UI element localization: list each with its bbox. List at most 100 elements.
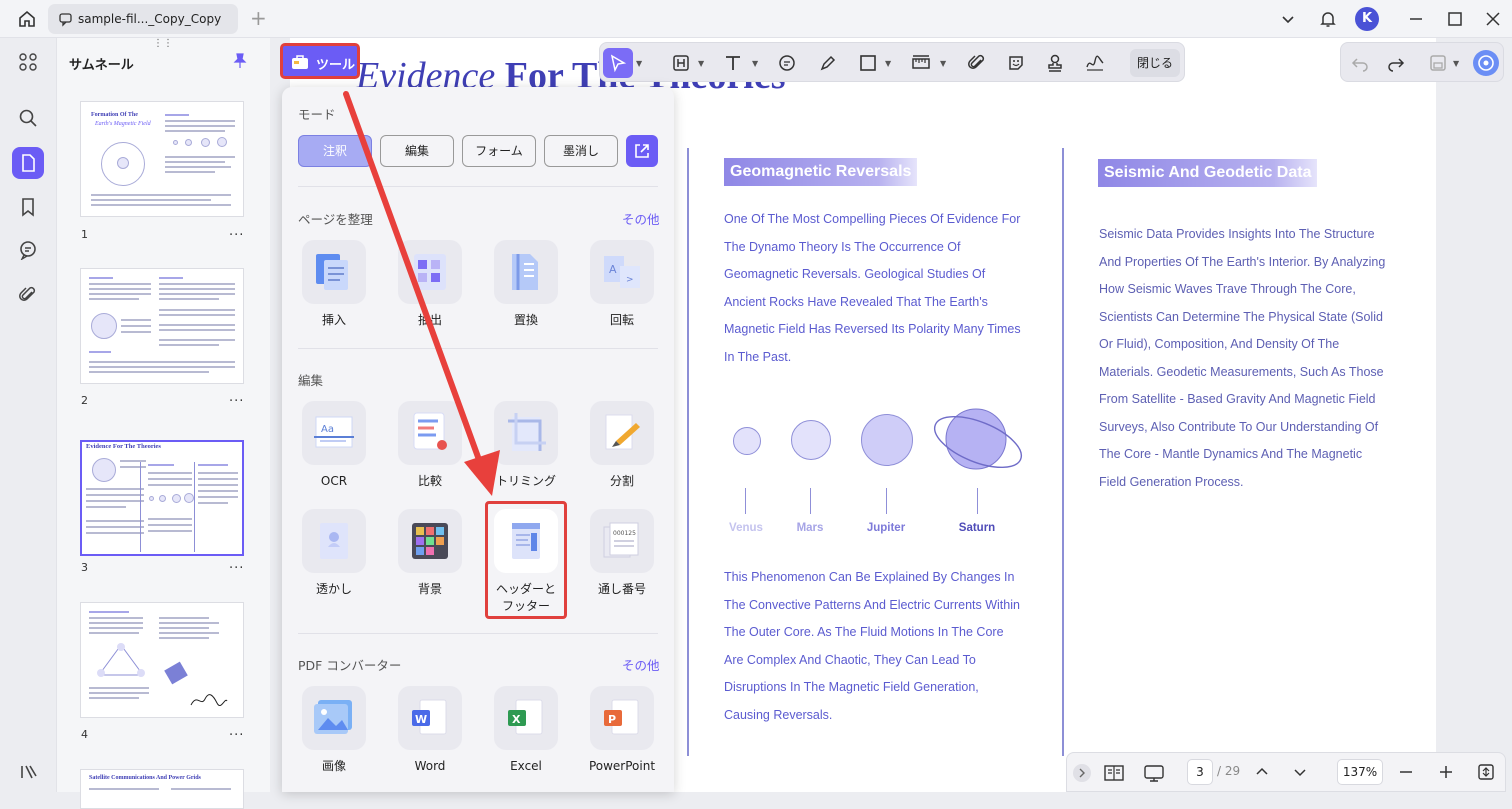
comment-doc-icon: [58, 11, 74, 27]
organize-more-link[interactable]: その他: [622, 209, 660, 228]
chevron-down-icon[interactable]: ▼: [752, 59, 758, 68]
shape-tool-icon[interactable]: [855, 50, 881, 76]
tools-button[interactable]: ツール: [280, 43, 360, 79]
watermark-icon[interactable]: [302, 509, 366, 573]
measure-tool-icon[interactable]: [908, 50, 934, 76]
save-icon[interactable]: [1425, 50, 1451, 76]
chevron-down-icon[interactable]: ▼: [940, 59, 946, 68]
compare-label: 比較: [417, 474, 442, 488]
current-page-input[interactable]: 3: [1187, 759, 1213, 785]
extract-page-icon[interactable]: [398, 240, 462, 304]
redo-icon[interactable]: [1383, 50, 1409, 76]
chevron-down-icon[interactable]: ▼: [885, 59, 891, 68]
chevron-down-icon[interactable]: [1277, 8, 1299, 30]
thumb-page-number: 1: [81, 228, 88, 241]
converter-more-link[interactable]: その他: [622, 655, 660, 674]
image-convert-icon[interactable]: [302, 686, 366, 750]
chevron-down-icon[interactable]: ▼: [1453, 59, 1459, 68]
next-page-icon[interactable]: [1291, 763, 1309, 781]
page-thumbnail-2[interactable]: [80, 268, 244, 384]
insert-page-icon[interactable]: [302, 240, 366, 304]
title-bar: sample-fil..._Copy_Copy + K: [0, 0, 1512, 38]
rotate-label: 回転: [609, 313, 634, 327]
page-thumbnail-3[interactable]: Evidence For The Theories: [80, 440, 244, 556]
bookmark-icon[interactable]: [12, 191, 44, 223]
signature-tool-icon[interactable]: [1082, 50, 1108, 76]
zoom-in-icon[interactable]: [1437, 763, 1455, 781]
ocr-icon[interactable]: Aa: [302, 401, 366, 465]
bates-number-icon[interactable]: 000125: [590, 509, 654, 573]
rotate-page-icon[interactable]: A >: [590, 240, 654, 304]
sticker-tool-icon[interactable]: [1003, 50, 1029, 76]
presentation-icon[interactable]: [1143, 763, 1165, 783]
collapse-icon[interactable]: [1073, 764, 1091, 782]
planet-tick: [886, 488, 887, 514]
page-thumbnail-4[interactable]: [80, 602, 244, 718]
crop-icon[interactable]: [494, 401, 558, 465]
mode-annotate-button[interactable]: 注釈: [298, 135, 372, 167]
page-thumbnail-1[interactable]: Formation Of The Earth's Magnetic Field: [80, 101, 244, 217]
planet-mars: [791, 420, 831, 460]
user-avatar[interactable]: K: [1355, 7, 1379, 31]
mode-form-button[interactable]: フォーム: [462, 135, 536, 167]
highlight-tool-icon[interactable]: [668, 50, 694, 76]
home-icon[interactable]: [16, 8, 38, 30]
close-toolbar-button[interactable]: 閉じる: [1130, 49, 1180, 77]
fit-page-icon[interactable]: [1477, 763, 1495, 781]
thumb-more-button[interactable]: ...: [229, 557, 244, 572]
open-external-icon[interactable]: [626, 135, 658, 167]
chevron-down-icon[interactable]: ▼: [698, 59, 704, 68]
planet-tick: [745, 488, 746, 514]
bates-number-label: 通し番号: [597, 582, 646, 596]
page-thumbnail-5[interactable]: Satellite Communications And Power Grids: [80, 769, 244, 809]
maximize-icon[interactable]: [1444, 8, 1466, 30]
word-convert-icon[interactable]: W: [398, 686, 462, 750]
pen-tool-icon[interactable]: [815, 50, 841, 76]
page-navigation-bar: 3 / 29 137%: [1066, 752, 1506, 792]
bell-icon[interactable]: [1317, 8, 1339, 30]
powerpoint-convert-icon[interactable]: P: [590, 686, 654, 750]
document-tab[interactable]: sample-fil..._Copy_Copy: [48, 4, 238, 34]
minimize-icon[interactable]: [1405, 8, 1427, 30]
replace-page-icon[interactable]: [494, 240, 558, 304]
drag-handle-icon[interactable]: ⋮⋮: [153, 38, 173, 49]
new-tab-button[interactable]: +: [250, 6, 267, 30]
apps-icon[interactable]: [12, 46, 44, 78]
search-icon[interactable]: [12, 102, 44, 134]
pin-icon[interactable]: [231, 52, 249, 70]
previous-page-icon[interactable]: [1253, 763, 1271, 781]
mode-redact-button[interactable]: 墨消し: [544, 135, 618, 167]
reading-mode-icon[interactable]: [1103, 763, 1125, 783]
select-tool-icon[interactable]: [603, 48, 633, 78]
thumb-more-button[interactable]: ...: [229, 724, 244, 739]
powerpoint-label: PowerPoint: [588, 759, 656, 773]
zoom-out-icon[interactable]: [1397, 763, 1415, 781]
attachment-icon[interactable]: [12, 279, 44, 311]
stamp-tool-icon[interactable]: [1042, 50, 1068, 76]
thumb-more-button[interactable]: ...: [229, 390, 244, 405]
zoom-level-input[interactable]: 137%: [1337, 759, 1383, 785]
replace-label: 置換: [513, 313, 538, 327]
attach-tool-icon[interactable]: [964, 50, 990, 76]
thumb-title: Formation Of The: [91, 112, 138, 118]
thumb-more-button[interactable]: ...: [229, 224, 244, 239]
comment-tool-icon[interactable]: [774, 50, 800, 76]
text-tool-icon[interactable]: [720, 50, 746, 76]
chevron-down-icon[interactable]: ▼: [636, 59, 642, 68]
mode-edit-button[interactable]: 編集: [380, 135, 454, 167]
split-icon[interactable]: [590, 401, 654, 465]
ai-assistant-icon[interactable]: [1473, 50, 1499, 76]
watermark-label: 透かし: [315, 582, 352, 596]
layers-icon[interactable]: [12, 756, 44, 788]
thumb-page-number: 4: [81, 728, 88, 741]
background-icon[interactable]: [398, 509, 462, 573]
thumb-title: Satellite Communications And Power Grids: [89, 775, 201, 781]
comment-icon[interactable]: [12, 234, 44, 266]
thumbnail-icon[interactable]: [12, 147, 44, 179]
close-window-icon[interactable]: [1482, 8, 1504, 30]
excel-convert-icon[interactable]: X: [494, 686, 558, 750]
right-toolbar: ▼: [1340, 42, 1504, 82]
undo-icon[interactable]: [1347, 50, 1373, 76]
tools-panel: モード 注釈 編集 フォーム 墨消し ページを整理 その他 A > 挿入 抽出 置…: [282, 87, 674, 792]
compare-icon[interactable]: [398, 401, 462, 465]
